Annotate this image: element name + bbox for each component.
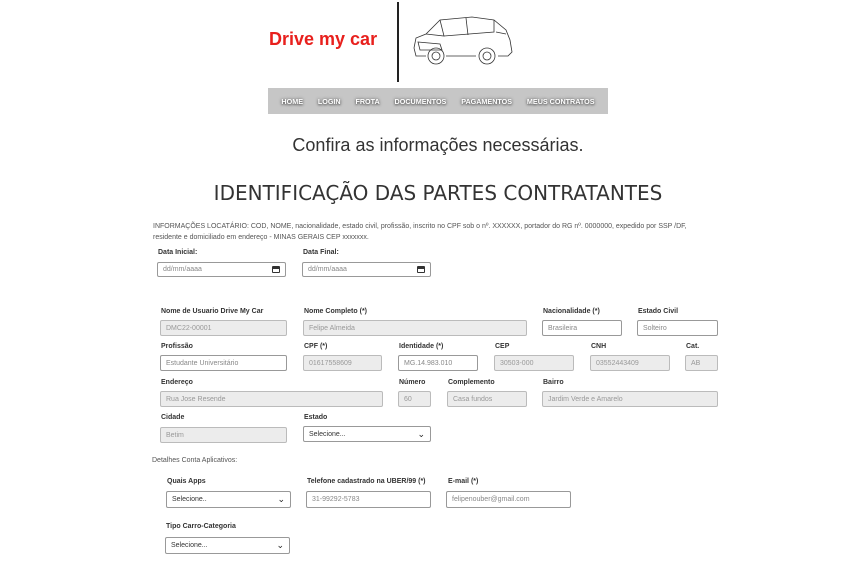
nacionalidade-label: Nacionalidade (*) [543, 308, 600, 315]
complemento-field[interactable]: Casa fundos [447, 391, 527, 407]
cat-field[interactable]: AB [685, 355, 718, 371]
chevron-down-icon: ⌄ [277, 494, 285, 504]
cnh-label: CNH [591, 343, 607, 350]
telefone-label: Telefone cadastrado na UBER/99 (*) [307, 478, 426, 485]
end-date-placeholder: dd/mm/aaaa [308, 266, 347, 273]
identidade-label: Identidade (*) [399, 343, 444, 350]
estado-label: Estado [304, 414, 328, 421]
tipo-carro-label: Tipo Carro-Categoria [166, 523, 236, 530]
quais-apps-label: Quais Apps [167, 478, 206, 485]
nav-login[interactable]: LOGIN [318, 97, 341, 106]
profissao-field[interactable]: Estudante Universitário [160, 355, 287, 371]
cidade-field[interactable]: Betim [160, 427, 287, 443]
page-heading: IDENTIFICAÇÃO DAS PARTES CONTRATANTES [213, 181, 663, 205]
end-date-label: Data Final: [303, 249, 339, 256]
main-nav: HOME LOGIN FROTA DOCUMENTOS PAGAMENTOS M… [268, 88, 608, 114]
start-date-label: Data Inicial: [158, 249, 198, 256]
quais-apps-value: Selecione.. [172, 496, 207, 503]
cep-field[interactable]: 30503-000 [494, 355, 574, 371]
cnh-field[interactable]: 03552443409 [590, 355, 670, 371]
nav-meus-contratos[interactable]: MEUS CONTRATOS [527, 97, 595, 106]
info-text: INFORMAÇÕES LOCATÁRIO: COD, NOME, nacion… [153, 223, 687, 241]
email-label: E-mail (*) [448, 478, 479, 485]
start-date-input[interactable]: dd/mm/aaaa [157, 262, 286, 277]
numero-field[interactable]: 60 [398, 391, 431, 407]
quais-apps-select[interactable]: Selecione.. ⌄ [166, 491, 291, 508]
email-field[interactable]: felipenouber@gmail.com [446, 491, 571, 508]
nav-home[interactable]: HOME [281, 97, 303, 106]
profissao-label: Profissão [161, 343, 193, 350]
cidade-label: Cidade [161, 414, 185, 421]
estado-select[interactable]: Selecione... ⌄ [303, 426, 431, 442]
tipo-carro-value: Selecione... [171, 542, 208, 549]
brand-title: Drive my car [269, 29, 378, 49]
cat-label: Cat. [686, 343, 700, 350]
usuario-label: Nome de Usuario Drive My Car [161, 308, 264, 315]
chevron-down-icon: ⌄ [276, 540, 284, 550]
identidade-field[interactable]: MG.14.983.010 [398, 355, 478, 371]
bairro-field[interactable]: Jardim Verde e Amarelo [542, 391, 718, 407]
cpf-field[interactable]: 01617558609 [303, 355, 382, 371]
start-date-placeholder: dd/mm/aaaa [163, 266, 202, 273]
endereco-field[interactable]: Rua Jose Resende [160, 391, 383, 407]
tipo-carro-select[interactable]: Selecione... ⌄ [165, 537, 290, 554]
cep-label: CEP [495, 343, 510, 350]
end-date-input[interactable]: dd/mm/aaaa [302, 262, 431, 277]
nome-label: Nome Completo (*) [304, 308, 367, 315]
nav-documentos[interactable]: DOCUMENTOS [395, 97, 447, 106]
nacionalidade-field[interactable]: Brasileira [542, 320, 622, 336]
estado-civil-field[interactable]: Solteiro [637, 320, 718, 336]
nav-pagamentos[interactable]: PAGAMENTOS [461, 97, 512, 106]
header-divider [397, 2, 399, 82]
apps-section-label: Detalhes Conta Aplicativos: [152, 457, 238, 464]
complemento-label: Complemento [448, 379, 495, 386]
estado-select-value: Selecione... [309, 430, 346, 438]
bairro-label: Bairro [543, 379, 564, 386]
chevron-down-icon: ⌄ [417, 428, 425, 439]
calendar-icon[interactable] [417, 266, 425, 273]
estado-civil-label: Estado Civil [638, 308, 679, 315]
telefone-field[interactable]: 31-99292-5783 [306, 491, 431, 508]
numero-label: Número [399, 379, 426, 386]
page-subtitle: Confira as informações necessárias. [292, 135, 584, 155]
car-sketch-icon [413, 16, 513, 65]
calendar-icon[interactable] [272, 266, 280, 273]
endereco-label: Endereço [161, 379, 193, 386]
usuario-field[interactable]: DMC22-00001 [160, 320, 287, 336]
nav-frota[interactable]: FROTA [355, 97, 379, 106]
cpf-label: CPF (*) [304, 343, 328, 350]
nome-field[interactable]: Felipe Almeida [303, 320, 527, 336]
